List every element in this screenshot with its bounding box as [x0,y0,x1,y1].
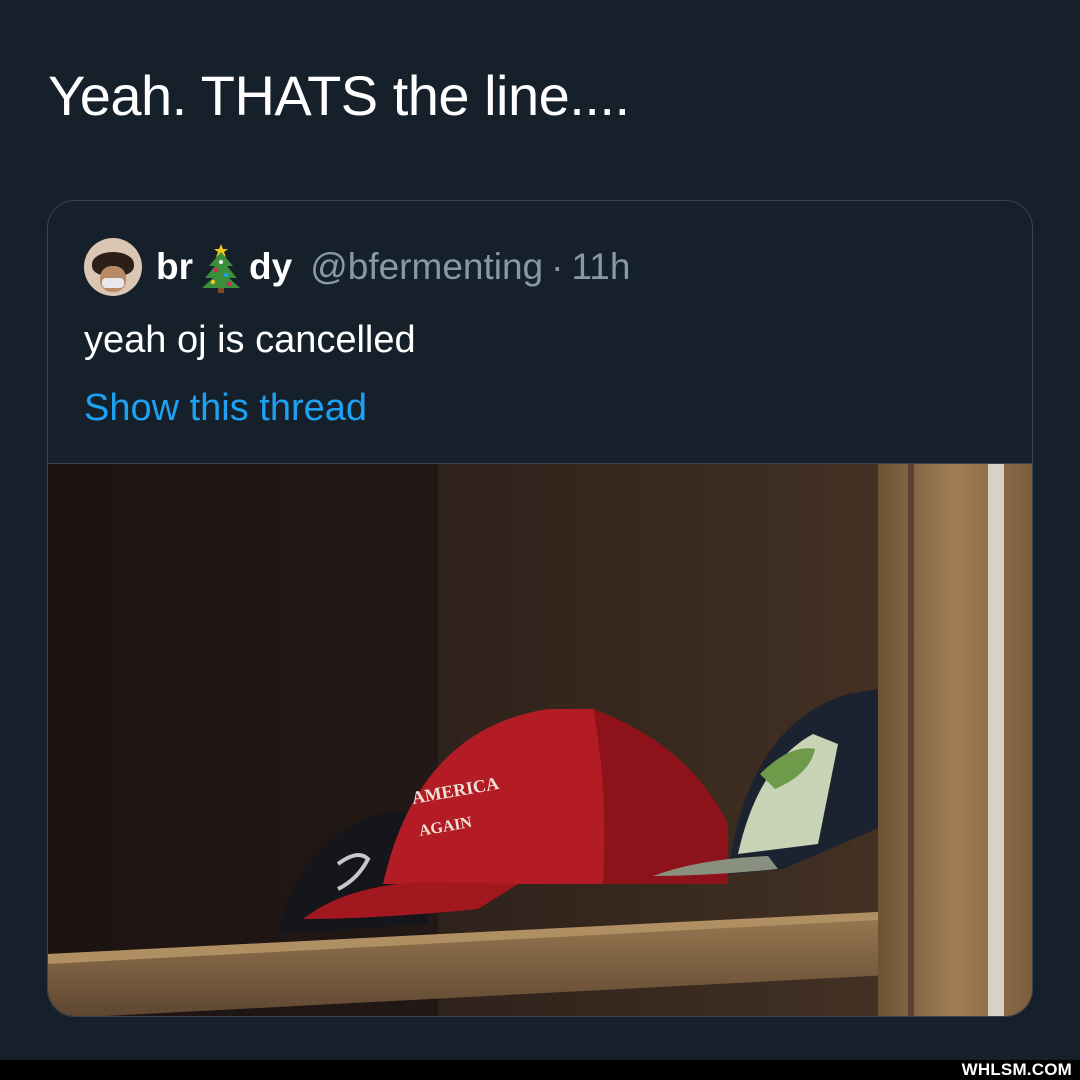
display-name[interactable]: br dy [156,240,292,294]
quoted-tweet-header: br dy @bfermenting · 11h [84,237,630,297]
tweet-image[interactable]: AMERICA AGAIN [48,463,1033,1017]
separator-dot: · [551,246,564,287]
footer-bar [0,1060,1080,1080]
avatar[interactable] [84,238,142,296]
display-name-part1: br [156,246,193,287]
quoted-tweet-card[interactable]: br dy @bfermenting · 11h yeah oj is canc… [47,200,1033,1017]
christmas-tree-icon [202,244,240,293]
handle[interactable]: @bfermenting [310,246,543,288]
display-name-part2: dy [249,246,293,287]
show-thread-link[interactable]: Show this thread [84,387,367,430]
tweet-text: Yeah. THATS the line.... [48,64,630,127]
watermark: WHLSM.COM [961,1060,1072,1079]
timestamp[interactable]: 11h [571,246,630,288]
quoted-tweet-text: yeah oj is cancelled [84,319,416,361]
